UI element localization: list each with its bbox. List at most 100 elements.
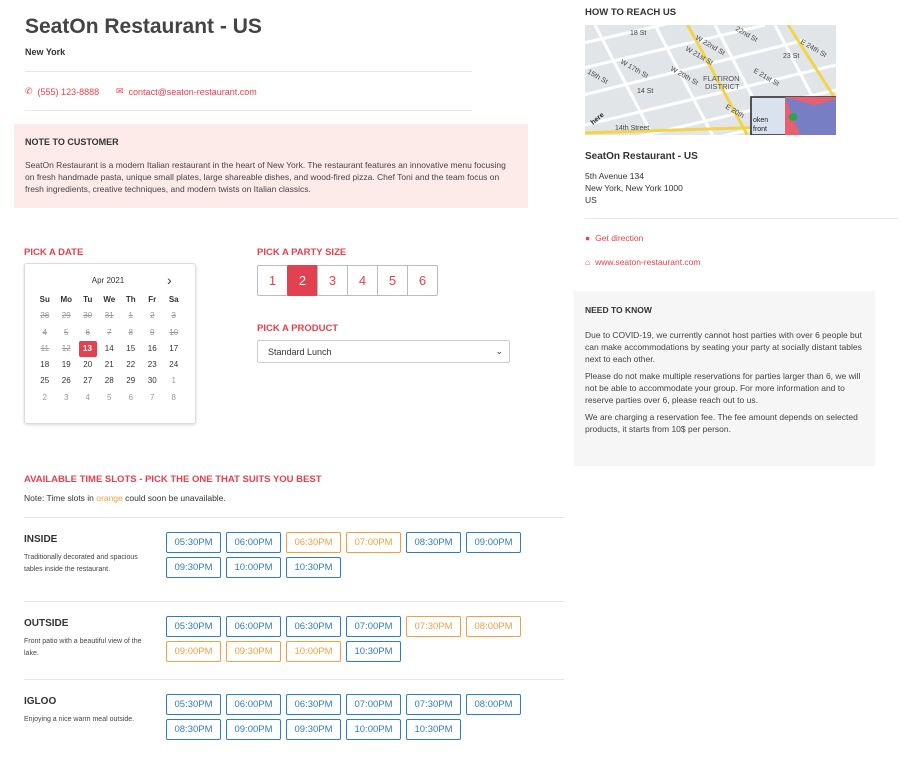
timeslot-button[interactable]: 08:00PM xyxy=(466,616,521,637)
divider xyxy=(24,679,564,680)
timeslot-button[interactable]: 07:00PM xyxy=(346,532,401,553)
day-of-week-header: Su xyxy=(39,295,50,304)
calendar-day: 11 xyxy=(40,343,49,353)
timeslot-button[interactable]: 05:30PM xyxy=(166,532,221,553)
note-to-customer: NOTE TO CUSTOMER SeatOn Restaurant is a … xyxy=(14,124,528,208)
timeslot-button[interactable]: 10:30PM xyxy=(286,557,341,578)
envelope-icon: ✉ xyxy=(116,86,124,96)
calendar-day[interactable]: 25 xyxy=(34,373,56,389)
divider xyxy=(25,71,472,72)
product-select[interactable]: Standard Lunch ⌄ xyxy=(257,340,510,363)
day-of-week-header: Sa xyxy=(168,295,179,304)
timeslot-button[interactable]: 05:30PM xyxy=(166,694,221,715)
calendar-day[interactable]: 15 xyxy=(120,341,142,357)
timeslot-button[interactable]: 07:30PM xyxy=(406,616,461,637)
timeslot-button[interactable]: 06:00PM xyxy=(226,532,281,553)
calendar-day[interactable]: 30 xyxy=(142,373,164,389)
calendar-day[interactable]: 1 xyxy=(163,373,185,389)
calendar-day[interactable]: 8 xyxy=(163,390,185,406)
email-address: contact@seaton-restaurant.com xyxy=(128,86,257,97)
website-link[interactable]: ⌂ www.seaton-restaurant.com xyxy=(585,257,701,267)
timeslot-button[interactable]: 10:00PM xyxy=(286,641,341,662)
get-direction-label: Get direction xyxy=(595,233,644,243)
timeslot-button[interactable]: 10:30PM xyxy=(406,719,461,740)
day-of-week-header: Th xyxy=(125,295,136,304)
timeslot-button[interactable]: 09:30PM xyxy=(286,719,341,740)
calendar-day[interactable]: 4 xyxy=(77,390,99,406)
calendar-day: 28 xyxy=(40,311,50,321)
map-label: 18 St xyxy=(630,30,646,37)
timeslot-button[interactable]: 09:00PM xyxy=(226,719,281,740)
timeslot-button[interactable]: 06:00PM xyxy=(226,694,281,715)
address-line: 5th Avenue 134 xyxy=(585,171,644,181)
calendar-day[interactable]: 28 xyxy=(99,373,121,389)
calendar-day[interactable]: 6 xyxy=(120,390,142,406)
party-size-option[interactable]: 3 xyxy=(317,265,348,296)
calendar-day[interactable]: 23 xyxy=(142,357,164,373)
area-name: IGLOO xyxy=(24,696,57,707)
calendar-day[interactable]: 5 xyxy=(99,390,121,406)
calendar-day[interactable]: 20 xyxy=(77,357,99,373)
map-label: oken xyxy=(753,117,768,124)
timeslot-button[interactable]: 10:00PM xyxy=(346,719,401,740)
calendar-day[interactable]: 21 xyxy=(99,357,121,373)
timeslot-button[interactable]: 09:00PM xyxy=(466,532,521,553)
timeslot-button[interactable]: 05:30PM xyxy=(166,616,221,637)
timeslot-button[interactable]: 07:00PM xyxy=(346,694,401,715)
timeslot-button[interactable]: 10:30PM xyxy=(346,641,401,662)
calendar-day[interactable]: 3 xyxy=(56,390,78,406)
date-picker-calendar: Apr 2021 › Su Mo Tu We Th Fr Sa 28 29 30 31 1 2 3 4 5 6 7… xyxy=(24,263,196,424)
timeslot-button[interactable]: 08:30PM xyxy=(166,719,221,740)
day-of-week-header: We xyxy=(103,295,116,304)
map-label: 14th Street xyxy=(615,125,649,132)
calendar-day[interactable]: 17 xyxy=(163,341,185,357)
calendar-day[interactable]: 2 xyxy=(34,390,56,406)
address-line: US xyxy=(585,195,597,205)
party-size-option[interactable]: 1 xyxy=(257,265,288,296)
calendar-day[interactable]: 16 xyxy=(142,341,164,357)
chevron-right-icon[interactable]: › xyxy=(167,272,172,288)
divider xyxy=(25,110,472,111)
calendar-day[interactable]: 29 xyxy=(120,373,142,389)
email-link[interactable]: ✉ contact@seaton-restaurant.com xyxy=(116,86,257,97)
need-to-know-paragraph: We are charging a reservation fee. The f… xyxy=(585,412,858,434)
calendar-day[interactable]: 26 xyxy=(56,373,78,389)
calendar-day[interactable]: 27 xyxy=(77,373,99,389)
timeslot-button[interactable]: 09:30PM xyxy=(226,641,281,662)
timeslot-button[interactable]: 06:30PM xyxy=(286,616,341,637)
divider xyxy=(585,218,898,219)
get-direction-link[interactable]: ● Get direction xyxy=(585,233,643,243)
calendar-day: 4 xyxy=(42,327,47,337)
timeslot-button[interactable]: 06:30PM xyxy=(286,694,341,715)
map-graphic: 18 St W 22nd St W 21st St 22nd St 23 St … xyxy=(585,25,836,135)
restaurant-address: 5th Avenue 134 New York, New York 1000 U… xyxy=(585,170,683,206)
phone-link[interactable]: ✆ (555) 123-8888 xyxy=(25,86,99,97)
timeslot-button[interactable]: 08:30PM xyxy=(406,532,461,553)
location-map[interactable]: 18 St W 22nd St W 21st St 22nd St 23 St … xyxy=(585,25,836,135)
timeslot-button[interactable]: 09:30PM xyxy=(166,557,221,578)
calendar-day[interactable]: 22 xyxy=(120,357,142,373)
calendar-day[interactable]: 19 xyxy=(56,357,78,373)
timeslot-button[interactable]: 10:00PM xyxy=(226,557,281,578)
calendar-day: 1 xyxy=(128,311,133,321)
calendar-day-selected[interactable]: 13 xyxy=(78,340,97,358)
party-size-option[interactable]: 6 xyxy=(407,265,438,296)
timeslot-button[interactable]: 07:30PM xyxy=(406,694,461,715)
calendar-day: 7 xyxy=(107,327,112,337)
timeslots-heading: AVAILABLE TIME SLOTS - PICK THE ONE THAT… xyxy=(24,474,322,485)
timeslot-button[interactable]: 07:00PM xyxy=(346,616,401,637)
party-size-option[interactable]: 5 xyxy=(377,265,408,296)
area-name: INSIDE xyxy=(24,534,58,545)
timeslot-button[interactable]: 06:30PM xyxy=(286,532,341,553)
timeslot-button[interactable]: 06:00PM xyxy=(226,616,281,637)
party-size-option[interactable]: 4 xyxy=(347,265,378,296)
sidebar-restaurant-name: SeatOn Restaurant - US xyxy=(585,151,698,162)
timeslot-button[interactable]: 08:00PM xyxy=(466,694,521,715)
party-size-option[interactable]: 2 xyxy=(287,265,318,296)
calendar-day[interactable]: 7 xyxy=(142,390,164,406)
map-label: DISTRICT xyxy=(705,82,740,91)
calendar-day[interactable]: 18 xyxy=(34,357,56,373)
calendar-day[interactable]: 14 xyxy=(99,341,121,357)
timeslot-button[interactable]: 09:00PM xyxy=(166,641,221,662)
calendar-day[interactable]: 24 xyxy=(163,357,185,373)
